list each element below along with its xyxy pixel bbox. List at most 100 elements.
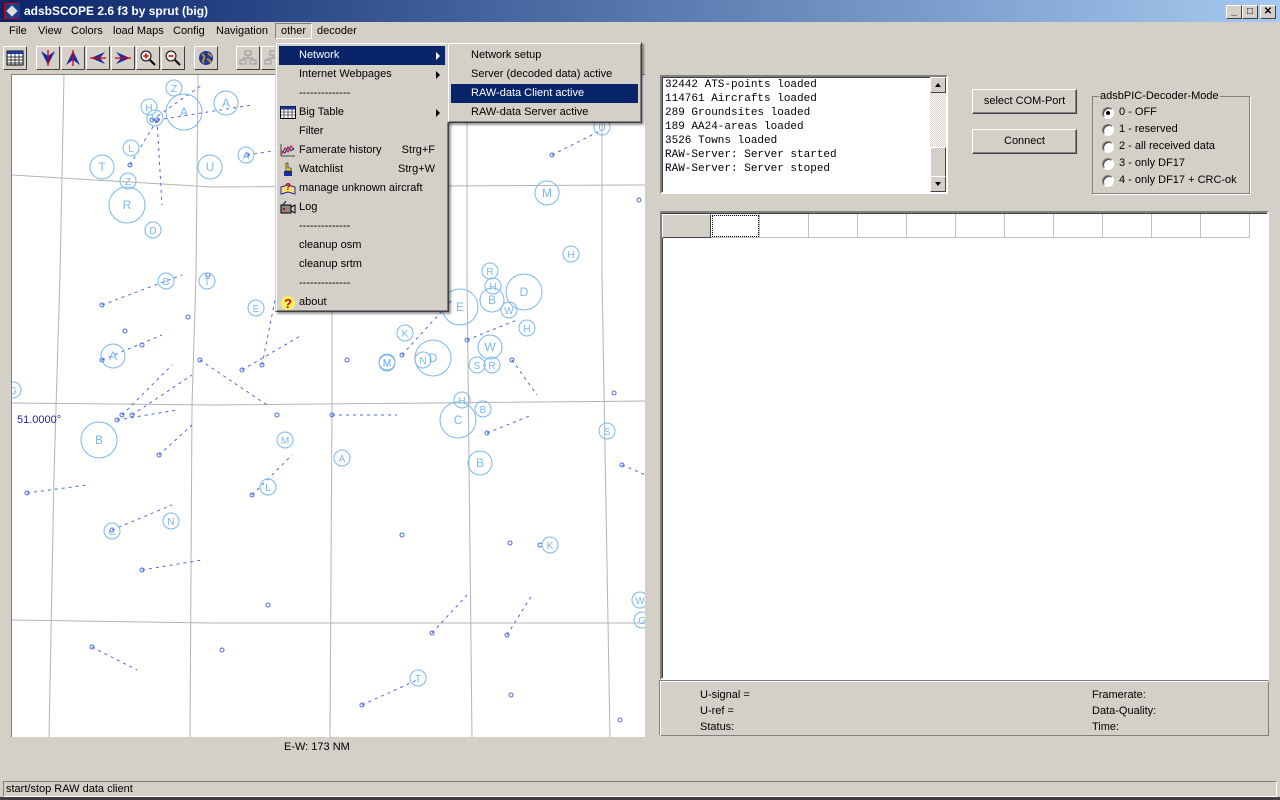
waypoint-label: H (523, 324, 530, 335)
aircraft-track (511, 359, 538, 396)
question-book-icon: ? (280, 181, 296, 196)
aircraft-track (156, 119, 163, 206)
log-box[interactable]: 32442 ATS-points loaded 114761 Aircrafts… (660, 75, 948, 194)
aircraft-track (551, 129, 603, 156)
ew-distance-label: E-W: 173 NM (284, 741, 350, 753)
menu-load-maps[interactable]: load Maps (108, 24, 169, 38)
menu-other[interactable]: other (275, 23, 313, 39)
menu-decoder[interactable]: decoder (312, 24, 362, 38)
aircraft-table[interactable] (660, 211, 1269, 680)
table-cell[interactable] (1103, 214, 1152, 238)
radio-unselected[interactable] (1102, 124, 1114, 136)
waypoint-label: K (547, 541, 554, 552)
waypoint-label: L (128, 144, 134, 155)
submenu-arrow-icon (436, 71, 440, 79)
network-icon (239, 50, 257, 65)
menu-view[interactable]: View (33, 24, 67, 38)
table-icon (280, 105, 296, 120)
table-cell[interactable] (1054, 214, 1103, 238)
move-down-button[interactable] (36, 46, 60, 70)
scroll-down-button[interactable] (930, 176, 946, 192)
move-up-button[interactable] (61, 46, 85, 70)
map-grid-line (601, 75, 611, 737)
connect-button[interactable]: Connect (972, 129, 1077, 154)
scroll-thumb[interactable] (930, 147, 946, 177)
waypoint-label: S (474, 361, 481, 372)
waypoint-label: E (456, 300, 464, 314)
scroll-up-button[interactable] (930, 77, 946, 93)
menu-config[interactable]: Config (168, 24, 210, 38)
waypoint-label: H (458, 396, 465, 407)
table-cell[interactable] (760, 214, 809, 238)
table-fixed-cell[interactable] (662, 214, 711, 238)
select-com-port-button[interactable]: select COM-Port (972, 89, 1077, 114)
menu-item-about[interactable]: ? about (279, 293, 445, 312)
table-cell[interactable] (809, 214, 858, 238)
log-line: RAW-Server: Server started (665, 149, 837, 161)
menu-item-network-setup[interactable]: Network setup (451, 46, 638, 65)
table-icon (6, 50, 24, 66)
menu-item-famerate-history[interactable]: Famerate history Strg+F (279, 141, 445, 160)
waypoint-label: T (204, 277, 210, 288)
menu-item-cleanup-srtm[interactable]: cleanup srtm (279, 255, 445, 274)
aircraft-marker (508, 692, 514, 698)
menu-separator: -------------- (279, 217, 445, 236)
title-bar: adsbSCOPE 2.6 f3 by sprut (big) _ □ ✕ (0, 0, 1280, 22)
menu-item-label: Server (decoded data) active (471, 68, 613, 80)
radio-unselected[interactable] (1102, 141, 1114, 153)
hand-icon (280, 162, 296, 177)
maximize-button[interactable]: □ (1242, 5, 1258, 19)
aircraft-track (101, 274, 183, 306)
aircraft-track (621, 464, 645, 476)
move-left-button[interactable] (86, 46, 110, 70)
radio-unselected[interactable] (1102, 175, 1114, 187)
menu-item-server-decoded-data-active[interactable]: Server (decoded data) active (451, 65, 638, 84)
menu-item-filter[interactable]: Filter (279, 122, 445, 141)
radio-unselected[interactable] (1102, 158, 1114, 170)
menu-file[interactable]: File (4, 24, 32, 38)
submenu-arrow-icon (436, 109, 440, 117)
table-cell[interactable] (1201, 214, 1250, 238)
menu-item-internet-webpages[interactable]: Internet Webpages (279, 65, 445, 84)
table-cell[interactable] (711, 214, 760, 238)
aircraft-track (129, 119, 158, 166)
waypoint-label: T (415, 674, 421, 685)
radio-selected[interactable] (1102, 107, 1114, 119)
close-button[interactable]: ✕ (1260, 5, 1276, 19)
table-cell[interactable] (907, 214, 956, 238)
log-scrollbar[interactable] (930, 77, 946, 192)
menu-colors[interactable]: Colors (66, 24, 108, 38)
table-cell[interactable] (858, 214, 907, 238)
menu-item-label: manage unknown aircraft (299, 182, 423, 194)
move-right-button[interactable] (111, 46, 135, 70)
radio-label: 0 - OFF (1119, 106, 1157, 118)
menu-navigation[interactable]: Navigation (211, 24, 273, 38)
aircraft-track (158, 424, 193, 456)
menu-item-watchlist[interactable]: Watchlist Strg+W (279, 160, 445, 179)
waypoint-label: H (151, 114, 158, 125)
table-button[interactable] (3, 46, 27, 70)
network-button[interactable] (236, 46, 260, 70)
waypoint-label: B (480, 405, 487, 416)
waypoint-label: N (419, 356, 426, 367)
app-icon[interactable] (4, 3, 20, 19)
status-text: start/stop RAW data client (6, 783, 133, 795)
menu-shortcut: Strg+F (401, 144, 435, 156)
globe-button[interactable] (194, 46, 218, 70)
menu-item-cleanup-osm[interactable]: cleanup osm (279, 236, 445, 255)
minimize-button[interactable]: _ (1226, 5, 1242, 19)
waypoint-label: U (206, 160, 215, 174)
table-cell[interactable] (1152, 214, 1201, 238)
menu-item-manage-unknown-aircraft[interactable]: ? manage unknown aircraft (279, 179, 445, 198)
zoom-out-button[interactable] (161, 46, 185, 70)
waypoint-label: Z (125, 177, 131, 188)
zoom-in-button[interactable] (136, 46, 160, 70)
menu-item-raw-data-server-active[interactable]: RAW-data Server active (451, 103, 638, 122)
menu-item-network[interactable]: Network (279, 46, 445, 65)
info-panel: U-signal = U-ref = Status: Framerate: Da… (660, 681, 1269, 736)
menu-item-raw-data-client-active[interactable]: RAW-data Client active (451, 84, 638, 103)
menu-item-log[interactable]: Log (279, 198, 445, 217)
menu-item-big-table[interactable]: Big Table (279, 103, 445, 122)
table-cell[interactable] (1005, 214, 1054, 238)
table-cell[interactable] (956, 214, 1005, 238)
